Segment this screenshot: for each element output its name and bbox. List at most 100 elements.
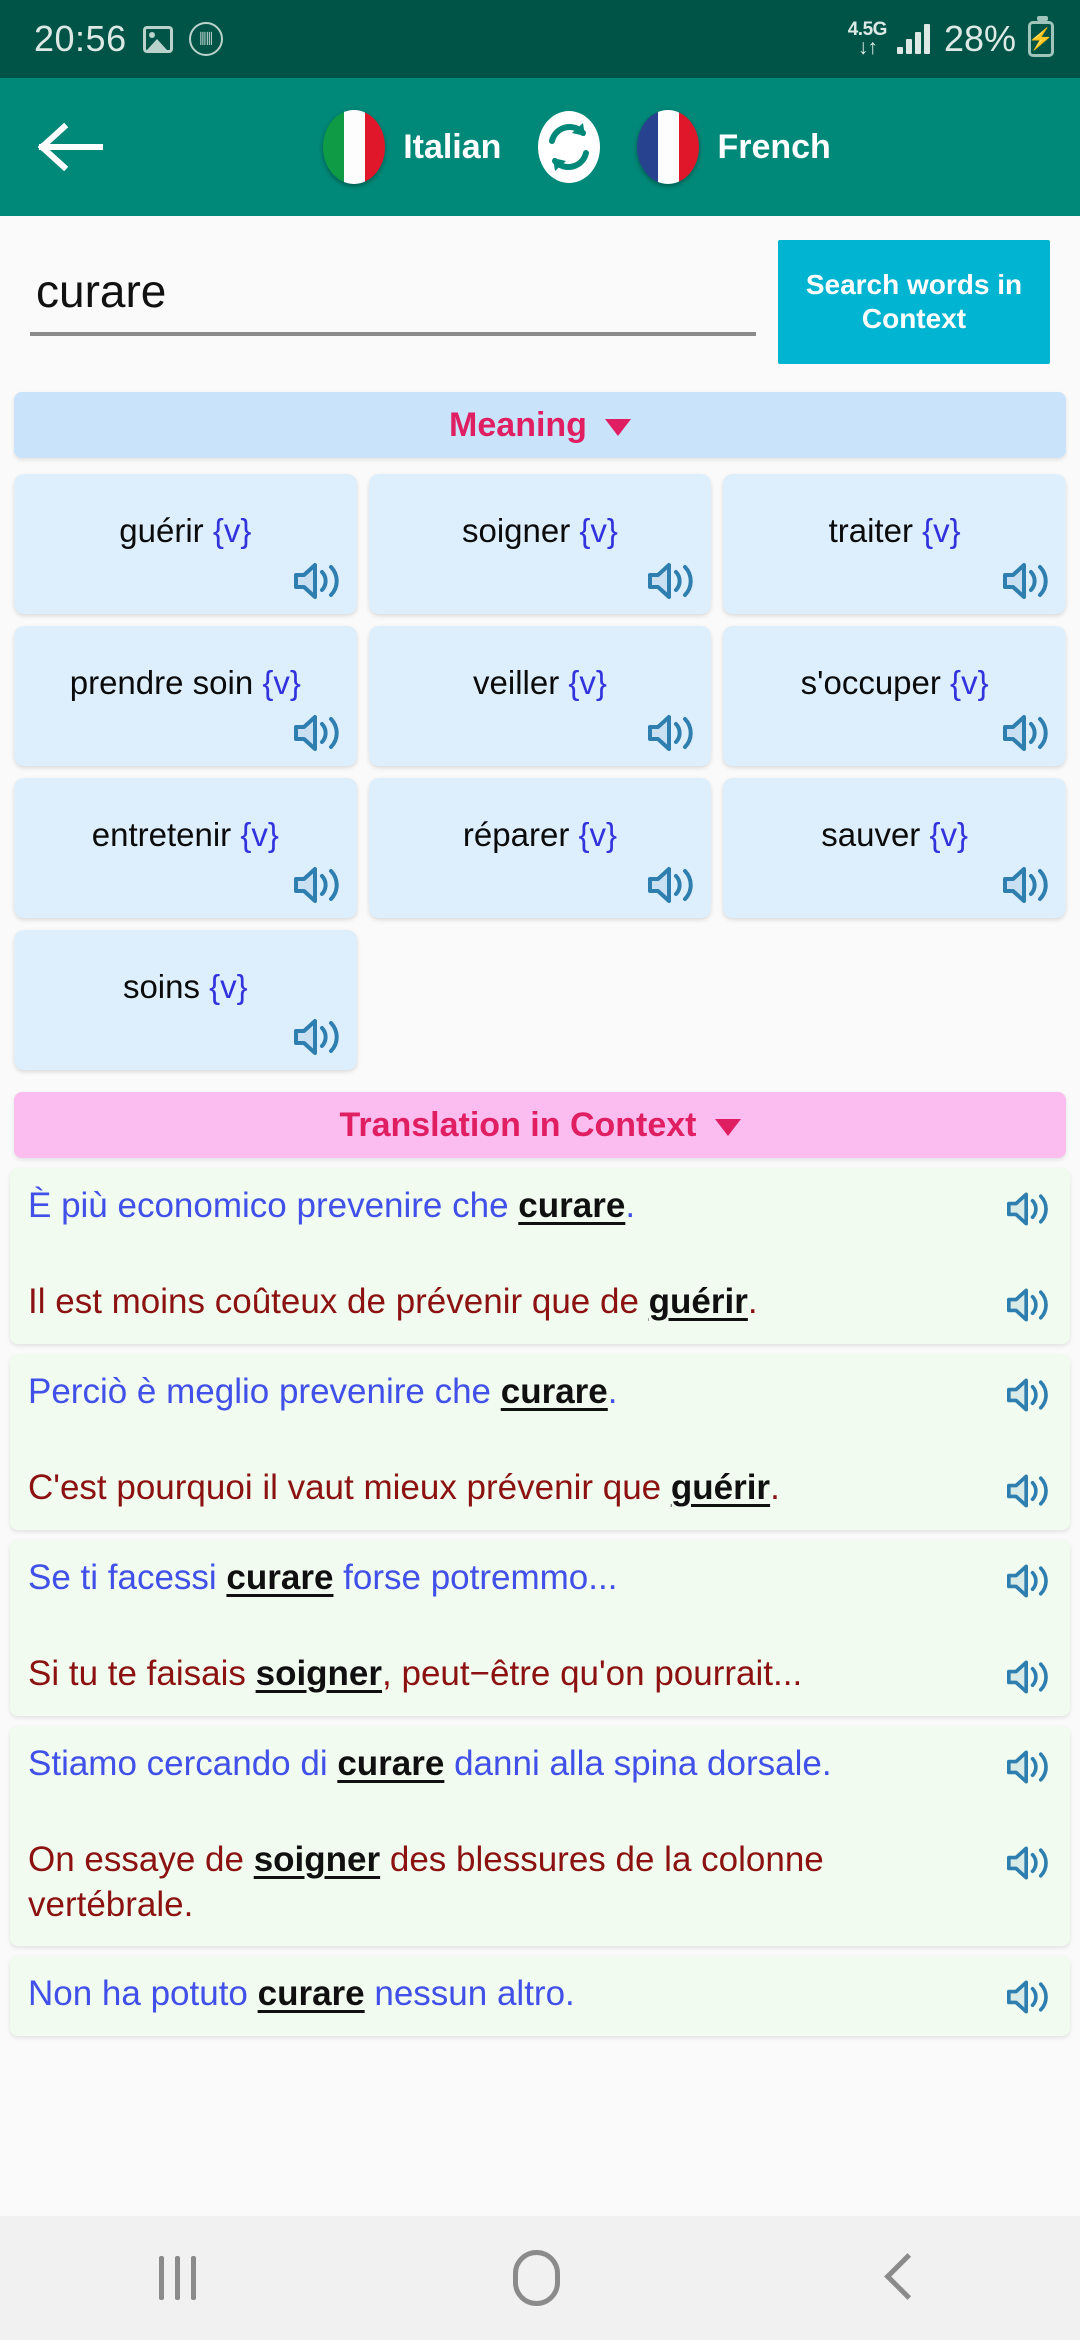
meaning-word: réparer {v} — [462, 816, 618, 854]
meaning-card[interactable]: soigner {v} — [368, 474, 712, 614]
speaker-icon[interactable] — [1004, 1560, 1052, 1602]
meaning-pos: {v} — [578, 816, 618, 854]
meaning-word: prendre soin {v} — [69, 664, 301, 702]
speaker-icon[interactable] — [1000, 862, 1052, 908]
meaning-title: Meaning — [449, 405, 587, 444]
image-icon — [142, 25, 173, 53]
context-section-header[interactable]: Translation in Context — [14, 1092, 1066, 1158]
translation-row-source: Non ha potuto curare nessun altro. — [28, 1972, 1052, 2018]
phone-screen: 20:56 ⦀⦀ 4.5G ↓↑ 28% ⚡ Italian French cu… — [0, 0, 1080, 2340]
meaning-cell: soins {v} — [8, 924, 363, 1076]
translation-pair: Se ti facessi curare forse potremmo... S… — [10, 1540, 1070, 1716]
translation-list: È più economico prevenire che curare. Il… — [0, 1168, 1080, 2036]
target-sentence: Il est moins coûteux de prévenir que de … — [28, 1282, 758, 1321]
status-bar-left: 20:56 ⦀⦀ — [34, 18, 223, 60]
italy-flag-icon — [323, 110, 386, 184]
search-row: Search words in Context — [0, 216, 1080, 376]
meaning-cell: soigner {v} — [363, 468, 718, 620]
meaning-pos: {v} — [579, 512, 618, 550]
target-sentence: Si tu te faisais soigner, peut−être qu'o… — [28, 1654, 803, 1693]
translation-pair: È più economico prevenire che curare. Il… — [10, 1168, 1070, 1344]
source-language-label: Italian — [403, 127, 502, 166]
source-sentence: Stiamo cercando di curare danni alla spi… — [28, 1744, 832, 1783]
search-words-in-context-button[interactable]: Search words in Context — [778, 240, 1050, 364]
meaning-pos: {v} — [929, 816, 969, 854]
meaning-card[interactable]: soins {v} — [14, 930, 357, 1070]
meaning-pos: {v} — [922, 512, 961, 550]
meaning-card[interactable]: veiller {v} — [368, 626, 712, 766]
meaning-pos: {v} — [209, 968, 248, 1006]
speaker-icon[interactable] — [1004, 1976, 1052, 2018]
search-field-wrap — [30, 240, 756, 336]
target-language[interactable]: French — [637, 110, 831, 184]
speaker-icon[interactable] — [291, 862, 343, 908]
speaker-icon[interactable] — [291, 1014, 343, 1060]
keyword: soigner — [255, 1654, 383, 1693]
meaning-card[interactable]: s'occuper {v} — [723, 626, 1066, 766]
meaning-pos: {v} — [212, 512, 252, 550]
keyword: curare — [500, 1372, 608, 1411]
speaker-icon[interactable] — [645, 710, 697, 756]
search-input[interactable] — [30, 264, 756, 336]
keyword: soigner — [253, 1840, 381, 1879]
keyword: guérir — [648, 1282, 748, 1321]
language-selector: Italian French — [108, 109, 1046, 185]
speaker-icon[interactable] — [1000, 558, 1052, 604]
meaning-cell: entretenir {v} — [8, 772, 363, 924]
translation-pair: Non ha potuto curare nessun altro. — [10, 1955, 1070, 2036]
keyword: curare — [337, 1744, 445, 1783]
chevron-down-icon — [604, 418, 631, 436]
back-icon[interactable] — [877, 2256, 921, 2300]
meaning-cell: sauver {v} — [717, 772, 1072, 924]
meaning-cell: réparer {v} — [363, 772, 718, 924]
target-sentence: On essaye de soigner des blessures de la… — [28, 1840, 824, 1924]
signal-bars-icon — [896, 24, 930, 54]
speaker-icon[interactable] — [291, 710, 343, 756]
speaker-icon[interactable] — [645, 862, 697, 908]
source-language[interactable]: Italian — [323, 110, 501, 184]
meaning-word: traiter {v} — [828, 512, 961, 550]
chevron-down-icon — [714, 1118, 741, 1136]
translation-row-target: Si tu te faisais soigner, peut−être qu'o… — [28, 1652, 1052, 1698]
audio-wave-icon: ⦀⦀ — [188, 22, 223, 56]
speaker-icon[interactable] — [291, 558, 343, 604]
meaning-section-header[interactable]: Meaning — [14, 392, 1066, 458]
back-arrow-icon[interactable] — [34, 110, 108, 184]
status-bar: 20:56 ⦀⦀ 4.5G ↓↑ 28% ⚡ — [0, 0, 1080, 78]
meaning-pos: {v} — [240, 816, 279, 854]
source-sentence: Non ha potuto curare nessun altro. — [28, 1973, 575, 2013]
swap-languages-icon[interactable] — [531, 109, 607, 185]
speaker-icon[interactable] — [1004, 1746, 1052, 1788]
translation-row-source: Stiamo cercando di curare danni alla spi… — [28, 1742, 1052, 1788]
meaning-card[interactable]: prendre soin {v} — [14, 626, 357, 766]
meaning-grid: guérir {v} soigner {v} traiter {v} prend… — [0, 468, 1080, 1076]
home-icon[interactable] — [512, 2250, 560, 2306]
speaker-icon[interactable] — [1004, 1374, 1052, 1416]
keyword: curare — [226, 1558, 334, 1597]
meaning-card[interactable]: sauver {v} — [723, 778, 1066, 918]
context-title: Translation in Context — [339, 1105, 697, 1144]
keyword: guérir — [670, 1468, 771, 1507]
meaning-card[interactable]: guérir {v} — [14, 474, 357, 614]
status-time: 20:56 — [34, 18, 127, 59]
speaker-icon[interactable] — [1004, 1656, 1052, 1698]
content-scroll[interactable]: Meaning guérir {v} soigner {v} traiter {… — [0, 376, 1080, 2216]
speaker-icon[interactable] — [1004, 1470, 1052, 1512]
recents-icon[interactable] — [158, 2256, 196, 2300]
source-sentence: Se ti facessi curare forse potremmo... — [28, 1558, 618, 1597]
speaker-icon[interactable] — [1004, 1842, 1052, 1884]
data-arrows-label: ↓↑ — [857, 36, 878, 59]
meaning-card[interactable]: traiter {v} — [723, 474, 1066, 614]
speaker-icon[interactable] — [1004, 1284, 1052, 1326]
speaker-icon[interactable] — [1004, 1188, 1052, 1230]
meaning-card[interactable]: réparer {v} — [368, 778, 712, 918]
translation-pair: Perciò è meglio prevenire che curare. C'… — [10, 1354, 1070, 1530]
speaker-icon[interactable] — [645, 558, 697, 604]
meaning-pos: {v} — [950, 664, 989, 702]
speaker-icon[interactable] — [1000, 710, 1052, 756]
meaning-cell: veiller {v} — [363, 620, 718, 772]
meaning-word: s'occuper {v} — [800, 664, 989, 702]
meaning-card[interactable]: entretenir {v} — [14, 778, 357, 918]
translation-pair: Stiamo cercando di curare danni alla spi… — [10, 1726, 1070, 1946]
network-type-icon: 4.5G ↓↑ — [848, 20, 888, 59]
